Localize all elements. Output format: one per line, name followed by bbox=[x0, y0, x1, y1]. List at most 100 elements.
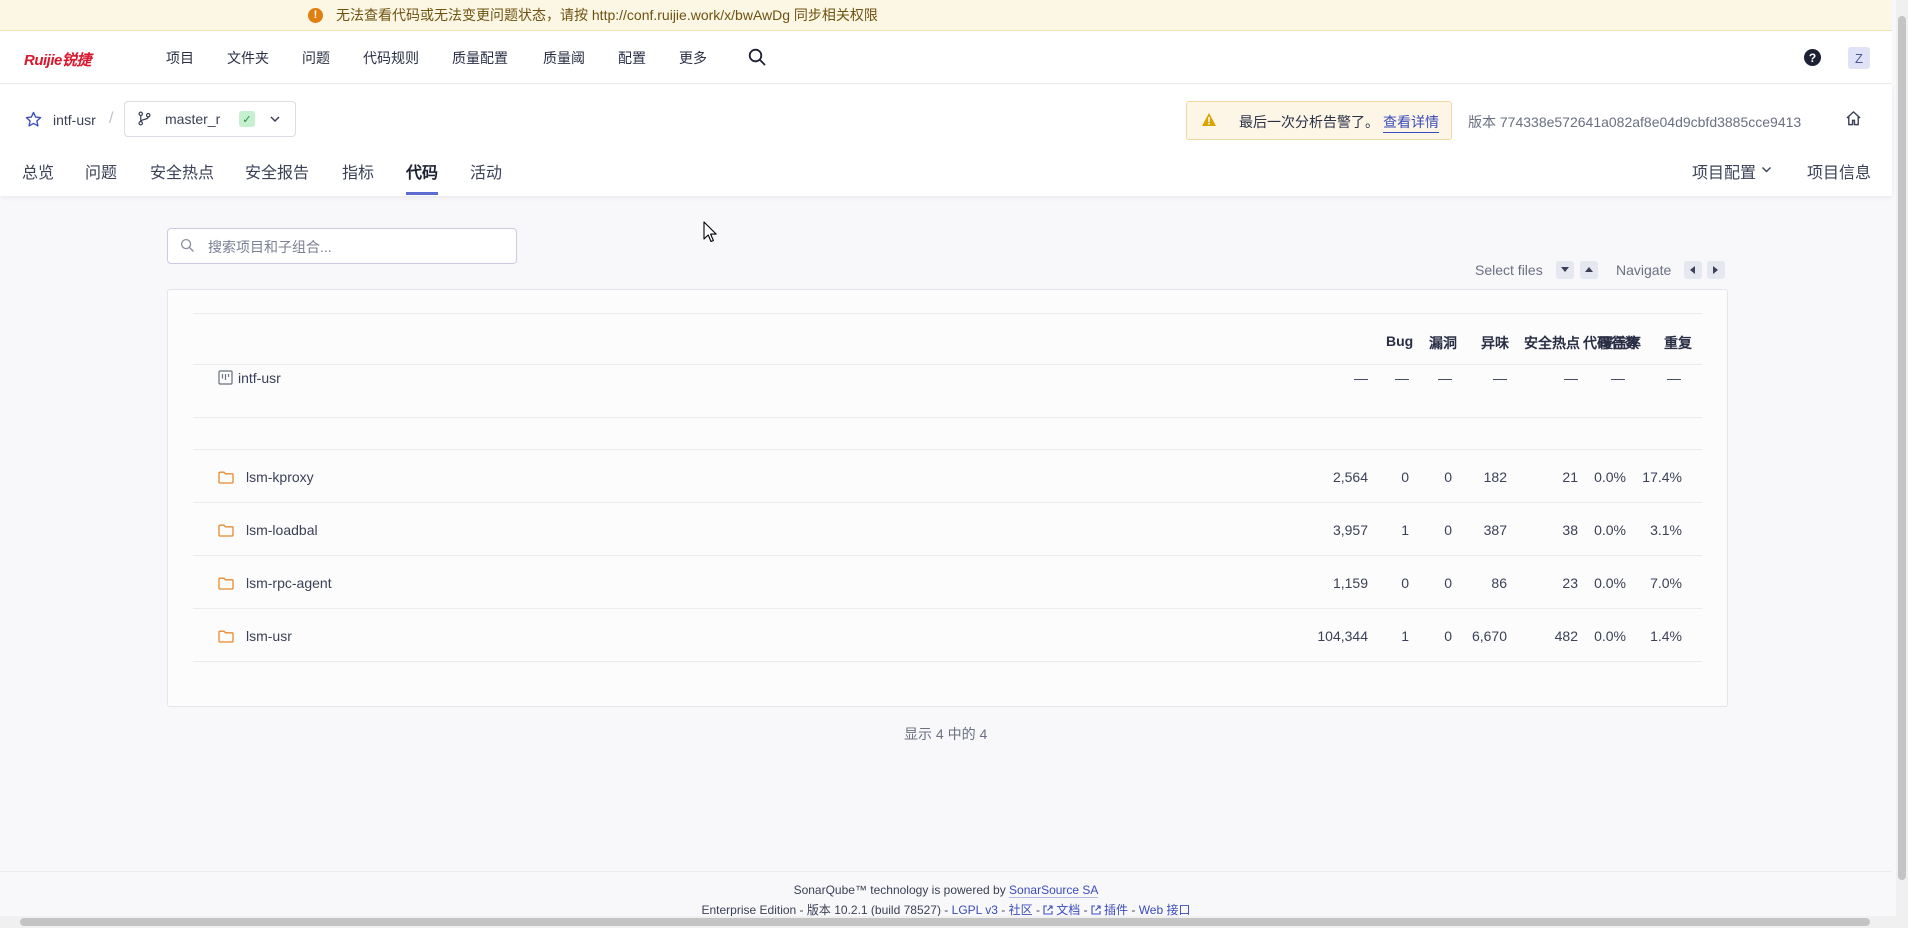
search-icon bbox=[180, 238, 194, 252]
view-details-link[interactable]: 查看详情 bbox=[1383, 112, 1439, 133]
arrow-up-key-icon bbox=[1580, 261, 1598, 279]
home-icon[interactable] bbox=[1845, 110, 1862, 127]
external-link-icon bbox=[1043, 905, 1053, 915]
branch-selector[interactable]: master_r ✓ bbox=[124, 101, 296, 137]
banner-text: 无法查看代码或无法变更问题状态，请按 http://conf.ruijie.wo… bbox=[336, 7, 878, 23]
footer-powered-text: SonarQube™ technology is powered by bbox=[793, 883, 1006, 897]
component-name[interactable]: lsm-loadbal bbox=[246, 522, 318, 538]
horizontal-scrollbar[interactable] bbox=[0, 916, 1896, 928]
code-components-table: 代码行数 Bug 漏洞 异味 安全热点 覆盖率 重复 intf-usr — — … bbox=[167, 289, 1728, 707]
footer-dash: - bbox=[1083, 903, 1088, 917]
search-input[interactable] bbox=[206, 235, 510, 259]
cell-coverage: 0.0% bbox=[1594, 628, 1626, 644]
footer-edition-text: Enterprise Edition - 版本 10.2.1 (build 78… bbox=[701, 903, 949, 917]
component-name[interactable]: lsm-usr bbox=[246, 628, 292, 644]
component-name[interactable]: lsm-rpc-agent bbox=[246, 575, 332, 591]
cell-security-hotspots: 38 bbox=[1562, 522, 1578, 538]
folder-icon bbox=[218, 630, 234, 643]
cell-vulnerabilities: 0 bbox=[1444, 628, 1452, 644]
tab-security-reports[interactable]: 安全报告 bbox=[245, 159, 309, 183]
nav-item-more[interactable]: 更多 bbox=[679, 48, 707, 68]
folder-icon bbox=[218, 524, 234, 537]
cell-lines-of-code: 3,957 bbox=[1332, 522, 1368, 538]
component-name[interactable]: lsm-kproxy bbox=[246, 469, 314, 485]
nav-item-rules[interactable]: 代码规则 bbox=[363, 48, 419, 68]
branch-name: master_r bbox=[165, 111, 221, 127]
nav-item-issues[interactable]: 问题 bbox=[302, 48, 330, 68]
help-icon[interactable]: ? bbox=[1804, 49, 1821, 66]
ruijie-logo[interactable]: Ruijie锐捷 bbox=[24, 49, 91, 70]
cell-lines-of-code: — bbox=[1354, 370, 1368, 386]
cell-code-smells: 6,670 bbox=[1471, 628, 1507, 644]
cell-lines-of-code: 104,344 bbox=[1317, 628, 1368, 644]
sonarsource-link[interactable]: SonarSource SA bbox=[1009, 883, 1099, 898]
arrow-left-key-icon bbox=[1684, 261, 1702, 279]
table-divider bbox=[193, 661, 1702, 662]
cell-security-hotspots: 21 bbox=[1562, 469, 1578, 485]
quality-gate-passed-icon: ✓ bbox=[239, 111, 255, 127]
column-header-coverage: 覆盖率 bbox=[1599, 335, 1641, 351]
page-footer: SonarQube™ technology is powered by Sona… bbox=[0, 871, 1892, 920]
table-divider bbox=[193, 502, 1702, 503]
cell-bugs: — bbox=[1395, 370, 1409, 386]
tab-issues[interactable]: 问题 bbox=[85, 159, 117, 183]
top-navigation: Ruijie锐捷 项目 文件夹 问题 代码规则 质量配置 质量阈 配置 更多 ?… bbox=[0, 31, 1892, 84]
external-link-icon bbox=[1091, 905, 1101, 915]
warning-icon: ! bbox=[308, 7, 323, 23]
cell-bugs: 0 bbox=[1401, 469, 1409, 485]
table-divider bbox=[193, 449, 1702, 450]
tab-activity[interactable]: 活动 bbox=[470, 159, 502, 183]
tab-overview[interactable]: 总览 bbox=[22, 159, 54, 183]
column-header-bugs: Bug bbox=[1386, 333, 1414, 349]
table-divider bbox=[193, 313, 1702, 314]
cell-duplications: 1.4% bbox=[1650, 628, 1682, 644]
project-settings-menu[interactable]: 项目配置 bbox=[1692, 159, 1756, 183]
project-information-link[interactable]: 项目信息 bbox=[1807, 159, 1871, 183]
favorite-star-icon[interactable] bbox=[25, 111, 42, 128]
cell-security-hotspots: — bbox=[1564, 370, 1578, 386]
footer-powered-line: SonarQube™ technology is powered by Sona… bbox=[0, 883, 1892, 898]
alert-message: 最后一次分析告警了。 bbox=[1239, 114, 1379, 130]
nav-item-quality-profiles[interactable]: 质量配置 bbox=[452, 48, 508, 68]
project-header: intf-usr / master_r ✓ 最后一次分析告警了。 查看详情 版本… bbox=[0, 84, 1892, 196]
breadcrumb-separator: / bbox=[109, 110, 114, 127]
horizontal-scrollbar-thumb[interactable] bbox=[20, 918, 1870, 926]
cell-code-smells: — bbox=[1493, 370, 1507, 386]
column-header-vulnerabilities: 漏洞 bbox=[1429, 335, 1457, 351]
column-header-code-smells: 异味 bbox=[1481, 335, 1509, 351]
table-divider bbox=[193, 417, 1702, 418]
search-icon[interactable] bbox=[748, 48, 766, 66]
cell-code-smells: 86 bbox=[1491, 575, 1507, 591]
cell-security-hotspots: 482 bbox=[1554, 628, 1578, 644]
nav-item-quality-gates[interactable]: 质量阈 bbox=[543, 48, 585, 68]
table-divider bbox=[193, 608, 1702, 609]
cell-vulnerabilities: 0 bbox=[1444, 469, 1452, 485]
nav-item-projects[interactable]: 项目 bbox=[166, 48, 194, 68]
mouse-cursor-icon bbox=[703, 221, 717, 243]
breadcrumb-project-name[interactable]: intf-usr bbox=[53, 112, 96, 128]
nav-item-administration[interactable]: 配置 bbox=[618, 48, 646, 68]
cell-duplications: 3.1% bbox=[1650, 522, 1682, 538]
arrow-down-key-icon bbox=[1556, 261, 1574, 279]
tab-code[interactable]: 代码 bbox=[406, 159, 438, 183]
cell-duplications: — bbox=[1667, 370, 1681, 386]
project-icon bbox=[218, 370, 233, 385]
cell-coverage: — bbox=[1611, 370, 1625, 386]
vertical-scrollbar-thumb[interactable] bbox=[1898, 16, 1906, 880]
table-divider bbox=[193, 364, 1702, 365]
column-header-security-hotspots: 安全热点 bbox=[1524, 335, 1580, 351]
component-search[interactable] bbox=[167, 228, 517, 264]
cell-coverage: 0.0% bbox=[1594, 522, 1626, 538]
tab-measures[interactable]: 指标 bbox=[342, 159, 374, 183]
cell-code-smells: 387 bbox=[1483, 522, 1507, 538]
cell-bugs: 1 bbox=[1401, 628, 1409, 644]
arrow-right-key-icon bbox=[1707, 261, 1725, 279]
results-count: 显示 4 中的 4 bbox=[904, 726, 988, 742]
nav-item-portfolios[interactable]: 文件夹 bbox=[227, 48, 269, 68]
table-divider bbox=[193, 555, 1702, 556]
component-name[interactable]: intf-usr bbox=[238, 370, 281, 386]
user-avatar[interactable]: Z bbox=[1848, 47, 1870, 69]
tab-security-hotspots[interactable]: 安全热点 bbox=[150, 159, 214, 183]
vertical-scrollbar[interactable] bbox=[1896, 0, 1908, 928]
branch-icon bbox=[138, 111, 151, 126]
